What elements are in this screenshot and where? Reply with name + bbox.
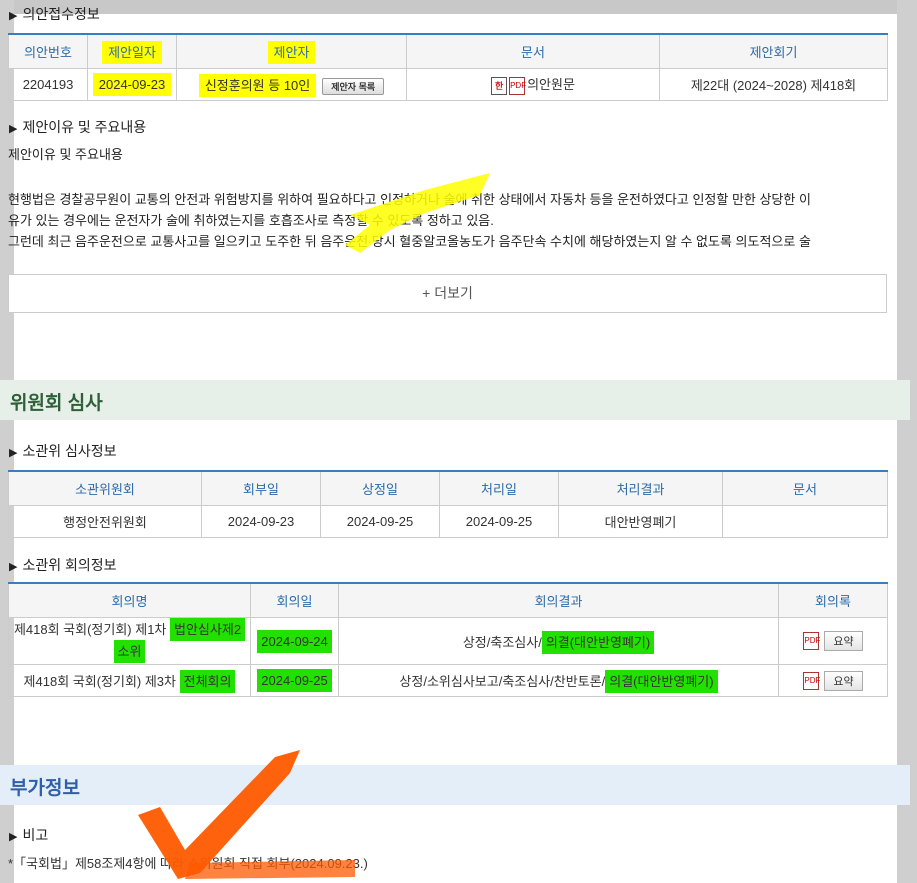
proposal-date: 2024-09-23	[87, 68, 177, 101]
document-cell: 한 PDF의안원문	[406, 68, 660, 101]
col-process-date: 처리일	[439, 471, 559, 506]
meeting-result: 상정/축조심사/의결(대안반영폐기)	[338, 617, 779, 665]
checkmark-annotation	[138, 750, 355, 879]
committee-section-band: 위원회 심사	[0, 380, 910, 420]
document-cell	[722, 505, 888, 538]
meeting-name: 제418회 국회(정기회) 제3차 전체회의	[8, 664, 251, 697]
referral-date: 2024-09-23	[201, 505, 321, 538]
col-meeting-result: 회의결과	[338, 583, 779, 618]
table-row: 행정안전위원회 2024-09-23 2024-09-25 2024-09-25…	[8, 505, 888, 538]
col-bill-no: 의안번호	[8, 34, 88, 69]
meeting-date: 2024-09-25	[250, 664, 339, 697]
table-row: 제418회 국회(정기회) 제3차 전체회의 2024-09-25 상정/소위심…	[8, 664, 888, 697]
table-row: 2204193 2024-09-23 신정훈의원 등 10인 제안자 목록 한 PD…	[8, 68, 888, 101]
more-button[interactable]: + 더보기	[8, 274, 887, 313]
summary-button[interactable]: 요약	[824, 631, 863, 651]
proposer-link[interactable]: 신정훈의원 등 10인	[198, 73, 317, 97]
committee-table: 소관위원회 회부일 상정일 처리일 처리결과 문서 행정안전위원회 2024-0…	[8, 470, 888, 538]
col-date: 제안일자	[87, 34, 177, 69]
col-minutes: 회의록	[778, 583, 888, 618]
col-meeting-name: 회의명	[8, 583, 251, 618]
pdf-icon[interactable]: PDF	[803, 632, 820, 650]
session: 제22대 (2024~2028) 제418회	[659, 68, 888, 101]
process-date: 2024-09-25	[439, 505, 559, 538]
col-proposer: 제안자	[176, 34, 407, 69]
subheading-reason: ▶ 제안이유 및 주요내용	[9, 119, 147, 135]
table-row: 제418회 국회(정기회) 제1차 법안심사제2 소위 2024-09-24 상정…	[8, 617, 888, 665]
committee-section-title: 위원회 심사	[10, 393, 103, 414]
col-process-result: 처리결과	[558, 471, 723, 506]
agenda-date: 2024-09-25	[320, 505, 440, 538]
summary-button[interactable]: 요약	[824, 670, 863, 691]
col-session: 제안회기	[659, 34, 888, 69]
meeting-result: 상정/소위심사보고/축조심사/찬반토론/의결(대안반영폐기)	[338, 664, 779, 697]
proposer-list-button[interactable]: 제안자 목록	[322, 77, 385, 95]
minutes-cell: PDF 요약	[778, 664, 888, 697]
pdf-icon[interactable]: PDF	[803, 671, 820, 690]
subheading-meeting: ▶ 소관위 회의정보	[9, 557, 117, 573]
meeting-table: 회의명 회의일 회의결과 회의록 제418회 국회(정기회) 제1차 법안심사제…	[8, 582, 888, 697]
meeting-date: 2024-09-24	[250, 617, 339, 665]
subheading-committee: ▶ 소관위 심사정보	[9, 443, 117, 459]
extra-section-title: 부가정보	[10, 778, 80, 799]
yellow-marker-annotation	[345, 173, 490, 253]
committee-name: 행정안전위원회	[8, 505, 202, 538]
hwp-icon[interactable]: 한	[491, 76, 508, 95]
col-referral-date: 회부일	[201, 471, 321, 506]
proposer: 신정훈의원 등 10인 제안자 목록	[176, 68, 407, 101]
doc-label[interactable]: 의안원문	[527, 77, 575, 92]
process-result: 대안반영폐기	[558, 505, 723, 538]
reason-title: 제안이유 및 주요내용	[8, 147, 123, 162]
proposal-table: 의안번호 제안일자 제안자 문서 제안회기 2204193 2024-09-23…	[8, 33, 888, 101]
pdf-icon[interactable]: PDF	[509, 76, 526, 95]
col-committee: 소관위원회	[8, 471, 202, 506]
col-meeting-date: 회의일	[250, 583, 339, 618]
bill-no: 2204193	[8, 68, 88, 101]
subheading-remarks: ▶ 비고	[9, 827, 49, 843]
right-gray-margin	[897, 0, 917, 883]
subheading-proposal: ▶ 의안접수정보	[9, 6, 100, 22]
col-doc: 문서	[406, 34, 660, 69]
meeting-name: 제418회 국회(정기회) 제1차 법안심사제2 소위	[8, 617, 251, 665]
col-agenda-date: 상정일	[320, 471, 440, 506]
minutes-cell: PDF 요약	[778, 617, 888, 665]
col-document: 문서	[722, 471, 888, 506]
